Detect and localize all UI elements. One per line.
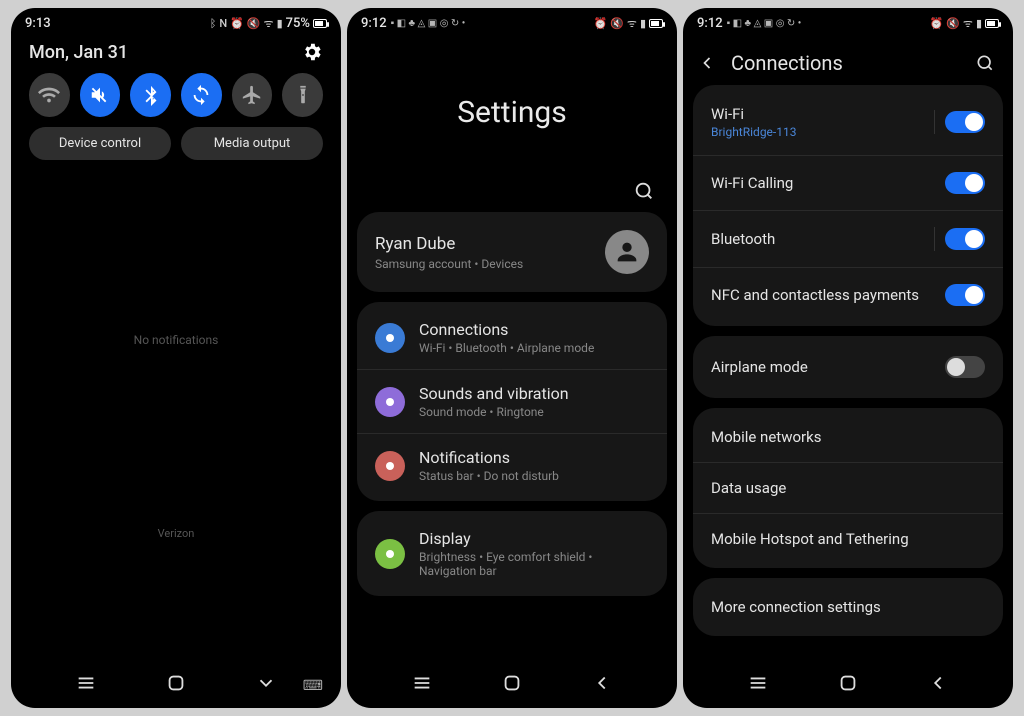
connection-title: Airplane mode: [711, 358, 808, 376]
mute-icon: 🔇: [247, 17, 261, 30]
setting-title: Connections: [419, 320, 649, 339]
setting-sub: Brightness • Eye comfort shield • Naviga…: [419, 550, 649, 578]
phone-screen-settings: 9:12 ▪ ◧ ♣ ◬ ▣ ◎ ↻ • ⏰🔇ᯤ▮ Settings Ryan …: [347, 8, 677, 708]
quick-settings-row: [11, 73, 341, 127]
battery-icon: [313, 19, 327, 28]
phone-screen-notifications: 9:13 ᛒ N ⏰ 🔇 ᯤ ▮ 75% Mon, Jan 31 Device …: [11, 8, 341, 708]
avatar-icon: [605, 230, 649, 274]
connection-sub: BrightRidge-113: [711, 125, 796, 139]
setting-sub: Wi-Fi • Bluetooth • Airplane mode: [419, 341, 649, 355]
setting-row[interactable]: Notifications Status bar • Do not distur…: [357, 433, 667, 497]
setting-icon: [375, 539, 405, 569]
status-icons: ⏰🔇ᯤ▮: [593, 16, 663, 31]
nav-recents[interactable]: [747, 672, 769, 694]
status-bar: 9:12 ▪ ◧ ♣ ◬ ▣ ◎ ↻ • ⏰🔇ᯤ▮: [347, 8, 677, 35]
settings-gear-icon[interactable]: [301, 41, 323, 63]
toggle-switch[interactable]: [945, 111, 985, 133]
status-bar: 9:13 ᛒ N ⏰ 🔇 ᯤ ▮ 75%: [11, 8, 341, 35]
phone-screen-connections: 9:12 ▪ ◧ ♣ ◬ ▣ ◎ ↻ • ⏰🔇ᯤ▮ Connections Wi…: [683, 8, 1013, 708]
setting-icon: [375, 451, 405, 481]
connection-row[interactable]: Wi-Fi Calling: [693, 155, 1003, 210]
nav-home[interactable]: [837, 672, 859, 694]
connection-row[interactable]: Wi-Fi BrightRidge-113: [693, 89, 1003, 155]
connection-title: Mobile Hotspot and Tethering: [711, 530, 909, 548]
nav-home[interactable]: [165, 672, 187, 694]
nav-bar: [683, 662, 1013, 708]
status-time: 9:12: [697, 16, 723, 31]
connection-title: NFC and contactless payments: [711, 286, 919, 304]
nav-back[interactable]: [591, 672, 613, 694]
toggle-switch[interactable]: [945, 172, 985, 194]
connection-title: Bluetooth: [711, 230, 775, 248]
qs-sound[interactable]: [80, 73, 121, 117]
nav-home[interactable]: [501, 672, 523, 694]
qs-wifi[interactable]: [29, 73, 70, 117]
status-bar: 9:12 ▪ ◧ ♣ ◬ ▣ ◎ ↻ • ⏰🔇ᯤ▮: [683, 8, 1013, 35]
qs-airplane[interactable]: [232, 73, 273, 117]
toggle-switch[interactable]: [945, 228, 985, 250]
connection-title: More connection settings: [711, 598, 881, 616]
connection-title: Data usage: [711, 479, 786, 497]
setting-row[interactable]: Sounds and vibration Sound mode • Ringto…: [357, 369, 667, 433]
connection-title: Mobile networks: [711, 428, 821, 446]
nav-collapse[interactable]: [255, 672, 277, 694]
connection-row[interactable]: More connection settings: [693, 582, 1003, 632]
signal-icon: ▮: [277, 17, 283, 30]
nav-recents[interactable]: [411, 672, 433, 694]
connection-row[interactable]: Data usage: [693, 462, 1003, 513]
setting-title: Display: [419, 529, 649, 548]
connection-title: Wi-Fi: [711, 105, 796, 123]
settings-title: Settings: [347, 95, 677, 130]
search-icon[interactable]: [975, 53, 995, 73]
nav-recents[interactable]: [75, 672, 97, 694]
profile-card[interactable]: Ryan Dube Samsung account • Devices: [357, 212, 667, 292]
toggle-switch[interactable]: [945, 356, 985, 378]
nav-back[interactable]: [927, 672, 949, 694]
shade-date: Mon, Jan 31: [29, 42, 128, 63]
connection-row[interactable]: Bluetooth: [693, 210, 1003, 267]
profile-sub: Samsung account • Devices: [375, 257, 523, 271]
battery-pct: 75%: [286, 16, 310, 31]
nfc-icon: N: [219, 17, 227, 30]
alarm-icon: ⏰: [230, 17, 244, 30]
no-notifications-label: No notifications: [134, 333, 219, 347]
connection-row[interactable]: Mobile networks: [693, 412, 1003, 462]
status-icons: ⏰🔇ᯤ▮: [929, 16, 999, 31]
status-time: 9:12: [361, 16, 387, 31]
status-app-icons: ▪ ◧ ♣ ◬ ▣ ◎ ↻ •: [391, 18, 466, 29]
status-time: 9:13: [25, 16, 51, 31]
setting-title: Sounds and vibration: [419, 384, 649, 403]
setting-sub: Sound mode • Ringtone: [419, 405, 649, 419]
status-icons: ᛒ N ⏰ 🔇 ᯤ ▮ 75%: [210, 16, 327, 31]
setting-row[interactable]: Connections Wi-Fi • Bluetooth • Airplane…: [357, 306, 667, 369]
qs-rotate[interactable]: [181, 73, 222, 117]
profile-name: Ryan Dube: [375, 234, 523, 254]
setting-sub: Status bar • Do not disturb: [419, 469, 649, 483]
connection-row[interactable]: Airplane mode: [693, 340, 1003, 394]
device-control-button[interactable]: Device control: [29, 127, 171, 160]
nav-bar: [347, 662, 677, 708]
qs-flashlight[interactable]: [282, 73, 323, 117]
setting-icon: [375, 323, 405, 353]
setting-title: Notifications: [419, 448, 649, 467]
back-icon[interactable]: [697, 53, 717, 73]
carrier-label: Verizon: [158, 527, 195, 540]
network-icon: ᯤ: [264, 16, 274, 31]
connection-row[interactable]: NFC and contactless payments: [693, 267, 1003, 322]
connection-title: Wi-Fi Calling: [711, 174, 793, 192]
setting-row[interactable]: Display Brightness • Eye comfort shield …: [357, 515, 667, 592]
toggle-switch[interactable]: [945, 284, 985, 306]
media-output-button[interactable]: Media output: [181, 127, 323, 160]
qs-bluetooth[interactable]: [130, 73, 171, 117]
keyboard-icon[interactable]: ⌨: [303, 678, 323, 694]
search-icon[interactable]: [633, 180, 655, 202]
status-app-icons: ▪ ◧ ♣ ◬ ▣ ◎ ↻ •: [727, 18, 802, 29]
bluetooth-icon: ᛒ: [210, 17, 217, 30]
nav-bar: [11, 662, 341, 708]
page-title: Connections: [731, 51, 961, 75]
setting-icon: [375, 387, 405, 417]
connection-row[interactable]: Mobile Hotspot and Tethering: [693, 513, 1003, 564]
